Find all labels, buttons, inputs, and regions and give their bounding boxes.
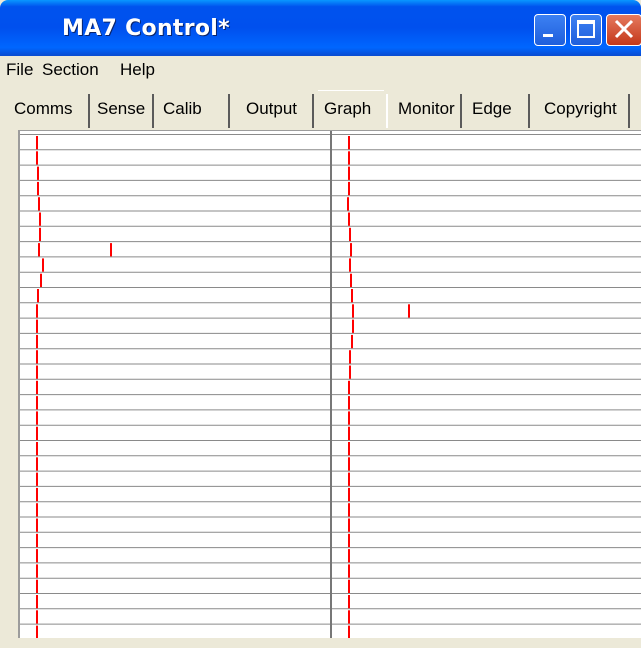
tab-copyright[interactable]: Copyright	[534, 94, 630, 128]
tab-edge-label: Edge	[472, 99, 512, 118]
window-title: MA7 Control*	[62, 16, 230, 41]
tab-output-label: Output	[246, 99, 298, 118]
graph-canvas	[20, 131, 641, 640]
tab-sense-label: Sense	[97, 99, 146, 118]
tab-strip: Comms Sense Calib Output Graph Monitor E…	[0, 86, 641, 130]
tab-sense[interactable]: Sense	[92, 94, 154, 128]
minimize-icon	[543, 34, 553, 37]
tab-copyright-label: Copyright	[544, 99, 617, 118]
menu-bar: File Section Help	[0, 56, 641, 86]
tab-calib[interactable]: Calib	[156, 94, 230, 128]
maximize-icon	[577, 20, 595, 38]
tab-comms-label: Comms	[14, 99, 73, 118]
tab-calib-label: Calib	[163, 99, 202, 118]
tab-monitor-label: Monitor	[398, 99, 455, 118]
tab-graph[interactable]: Graph	[318, 90, 384, 130]
maximize-button[interactable]	[570, 14, 602, 46]
menu-help[interactable]: Help	[120, 60, 155, 80]
tab-monitor[interactable]: Monitor	[386, 94, 462, 128]
menu-section[interactable]: Section	[42, 60, 99, 80]
title-bar[interactable]: MA7 Control*	[0, 0, 641, 56]
tab-graph-label: Graph	[324, 99, 372, 118]
app-window: MA7 Control* File Section Help Comms Sen…	[0, 0, 641, 648]
tab-comms[interactable]: Comms	[10, 94, 90, 128]
menu-file[interactable]: File	[6, 60, 33, 80]
graph-panel	[18, 130, 641, 640]
tab-output[interactable]: Output	[232, 94, 314, 128]
close-icon	[614, 19, 634, 39]
tab-edge[interactable]: Edge	[464, 94, 530, 128]
close-button[interactable]	[606, 14, 641, 46]
minimize-button[interactable]	[534, 14, 566, 46]
window-bottom-edge	[0, 638, 641, 648]
